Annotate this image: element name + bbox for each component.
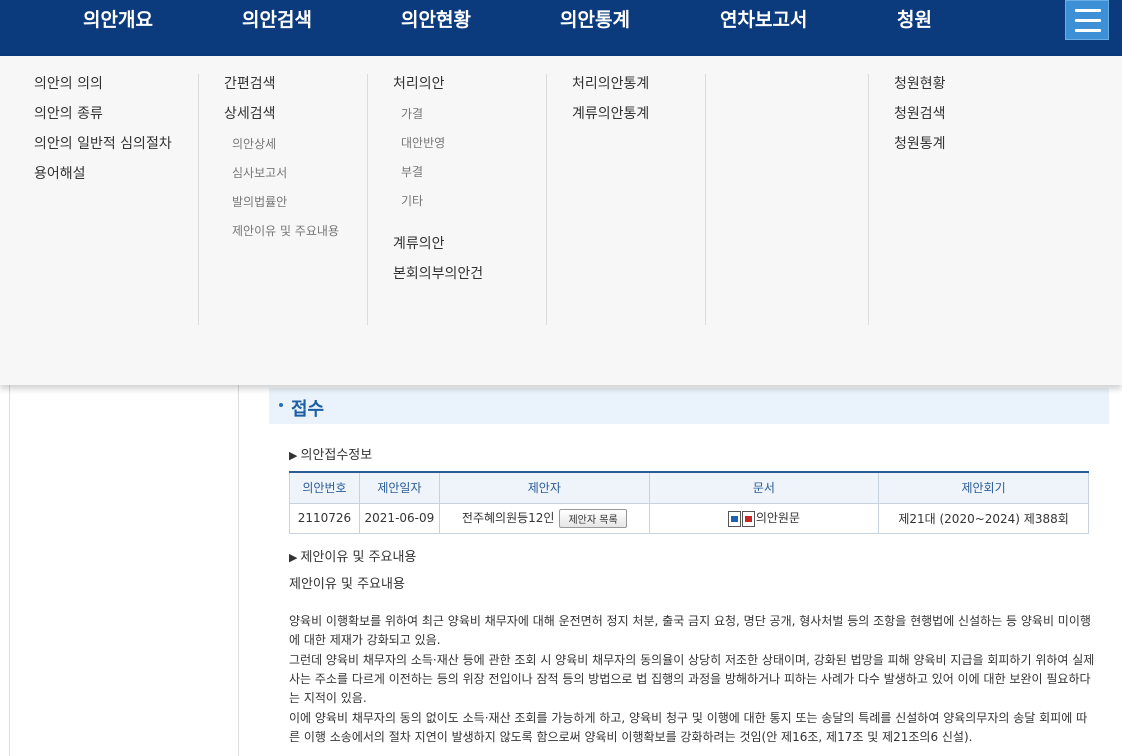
nav-petition[interactable]: 청원 — [897, 0, 932, 40]
proposer-cell: 전주혜의원등12인 제안자 목록 — [438, 502, 650, 534]
pdf-file-icon[interactable] — [741, 510, 755, 527]
reception-info-heading: ▶ 의안접수정보 — [289, 448, 373, 463]
menu-item-plenary-bills[interactable]: 본회의부의안건 — [393, 264, 483, 294]
reason-paragraph: 이에 양육비 채무자의 동의 없이도 소득·재산 조회를 가능하게 하고, 양육… — [289, 711, 1088, 744]
menu-item-procedure[interactable]: 의안의 일반적 심의절차 — [34, 134, 172, 164]
table-row: 2110726 2021-06-09 전주혜의원등12인 제안자 목록 의안원문 … — [289, 502, 1089, 534]
menu-column-overview: 의안의 의의 의안의 종류 의안의 일반적 심의절차 용어해설 — [34, 74, 172, 194]
column-header: 제안일자 — [358, 471, 440, 504]
column-header: 제안회기 — [878, 471, 1089, 504]
nav-bill-status[interactable]: 의안현황 — [401, 0, 471, 40]
menu-item-pending-bills[interactable]: 계류의안 — [393, 234, 483, 264]
reception-info-table: 의안번호 제안일자 제안자 문서 제안회기 2110726 2021-06-09… — [289, 471, 1089, 534]
hamburger-menu-button[interactable] — [1065, 0, 1109, 40]
menu-subitem-passed[interactable]: 가결 — [393, 104, 483, 133]
menu-divider — [367, 74, 368, 325]
menu-column-status: 처리의안 가결 대안반영 부결 기타 계류의안 본회의부의안건 — [393, 74, 483, 294]
menu-subitem-bill-detail[interactable]: 의안상세 — [224, 134, 339, 163]
table-header-row: 의안번호 제안일자 제안자 문서 제안회기 — [289, 471, 1089, 504]
menu-item-petition-search[interactable]: 청원검색 — [894, 104, 946, 134]
menu-item-petition-stats[interactable]: 청원통계 — [894, 134, 946, 164]
nav-bill-statistics[interactable]: 의안통계 — [560, 0, 630, 40]
menu-bar-icon — [1075, 29, 1101, 32]
menu-subitem-review-report[interactable]: 심사보고서 — [224, 163, 339, 192]
menu-bar-icon — [1075, 9, 1101, 12]
proposer-name: 전주혜의원등12인 — [461, 510, 555, 525]
menu-column-statistics: 처리의안통계 계류의안통계 — [572, 74, 649, 134]
proposer-list-button[interactable]: 제안자 목록 — [559, 508, 627, 528]
menu-divider — [546, 74, 547, 325]
left-sidebar — [9, 385, 239, 756]
reason-heading: ▶ 제안이유 및 주요내용 — [289, 550, 417, 565]
column-header: 문서 — [648, 471, 880, 504]
menu-item-simple-search[interactable]: 간편검색 — [224, 74, 339, 104]
bullet-icon — [279, 403, 283, 407]
menu-column-search: 간편검색 상세검색 의안상세 심사보고서 발의법률안 제안이유 및 주요내용 — [224, 74, 339, 250]
menu-subitem-other[interactable]: 기타 — [393, 191, 483, 220]
menu-subitem-alternative[interactable]: 대안반영 — [393, 133, 483, 162]
proposal-date: 2021-06-09 — [358, 502, 440, 534]
reason-paragraph: 그런데 양육비 채무자의 소득·재산 등에 관한 조회 시 양육비 채무자의 동… — [289, 653, 1095, 705]
menu-column-petition: 청원현황 청원검색 청원통계 — [894, 74, 946, 164]
hwp-file-icon[interactable] — [727, 510, 741, 527]
menu-divider — [198, 74, 199, 325]
menu-item-petition-status[interactable]: 청원현황 — [894, 74, 946, 104]
nav-annual-report[interactable]: 연차보고서 — [720, 0, 807, 40]
top-navigation: 의안개요 의안검색 의안현황 의안통계 연차보고서 청원 — [0, 0, 1122, 56]
menu-subitem-proposed-bills[interactable]: 발의법률안 — [224, 192, 339, 221]
column-header: 의안번호 — [289, 471, 360, 504]
column-header: 제안자 — [438, 471, 650, 504]
nav-bill-search[interactable]: 의안검색 — [242, 0, 312, 40]
menu-item-pending-stats[interactable]: 계류의안통계 — [572, 104, 649, 134]
menu-item-meaning[interactable]: 의안의 의의 — [34, 74, 172, 104]
menu-item-processed-bills[interactable]: 처리의안 — [393, 74, 483, 104]
document-name: 의안원문 — [755, 511, 800, 526]
triangle-right-icon: ▶ — [289, 449, 298, 462]
section-header: 접수 — [269, 388, 1109, 424]
menu-subitem-rejected[interactable]: 부결 — [393, 162, 483, 191]
bill-number: 2110726 — [289, 502, 360, 534]
menu-item-types[interactable]: 의안의 종류 — [34, 104, 172, 134]
document-cell: 의안원문 — [648, 502, 880, 534]
proposal-session: 제21대 (2020~2024) 제388회 — [878, 502, 1089, 534]
menu-divider — [868, 74, 869, 325]
menu-item-detail-search[interactable]: 상세검색 — [224, 104, 339, 134]
nav-bill-overview[interactable]: 의안개요 — [83, 0, 153, 40]
reason-paragraph: 양육비 이행확보를 위하여 최근 양육비 채무자에 대해 운전면허 정지 처분,… — [289, 614, 1091, 647]
triangle-right-icon: ▶ — [289, 551, 298, 564]
menu-item-glossary[interactable]: 용어해설 — [34, 164, 172, 194]
mega-dropdown-menu: 의안의 의의 의안의 종류 의안의 일반적 심의절차 용어해설 간편검색 상세검… — [0, 56, 1122, 385]
section-title: 접수 — [291, 399, 325, 420]
menu-bar-icon — [1075, 19, 1101, 22]
reason-label: 제안이유 및 주요내용 — [289, 577, 405, 592]
menu-divider — [705, 74, 706, 325]
menu-subitem-reason[interactable]: 제안이유 및 주요내용 — [224, 221, 339, 250]
menu-item-processed-stats[interactable]: 처리의안통계 — [572, 74, 649, 104]
